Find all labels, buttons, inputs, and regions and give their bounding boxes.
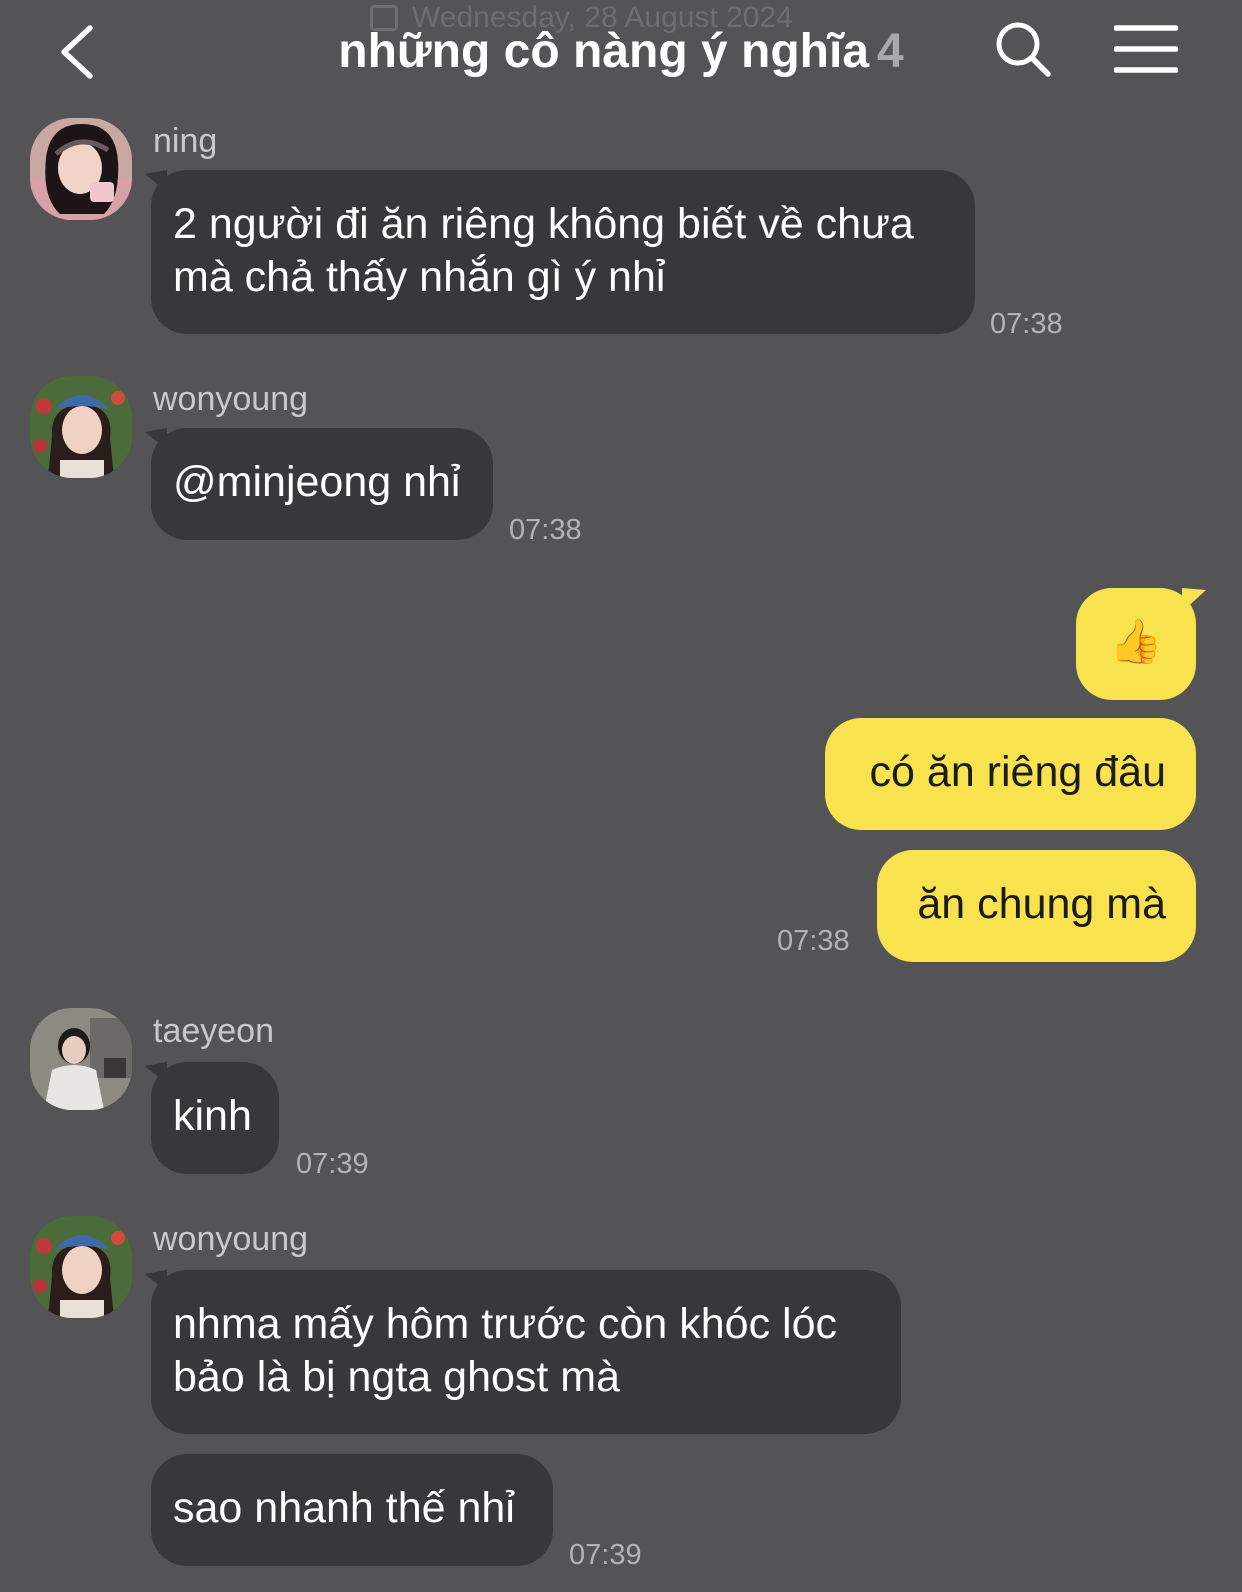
message-text: có ăn riêng đâu [869, 748, 1166, 796]
thumbs-up-icon: 👍 [1109, 617, 1163, 667]
message-bubble[interactable]: @minjeong nhỉ [151, 428, 493, 540]
avatar-ning[interactable] [30, 118, 132, 220]
sender-name: ning [153, 122, 218, 160]
message-time: 07:38 [777, 925, 850, 957]
message-bubble[interactable]: ăn chung mà [877, 850, 1196, 962]
date-divider: Wednesday, 28 August 2024 [370, 0, 870, 36]
message-text: sao nhanh thế nhỉ [173, 1484, 515, 1532]
member-count: 4 [877, 25, 904, 78]
avatar-photo [30, 376, 132, 478]
message-bubble-emoji[interactable]: 👍 [1076, 588, 1196, 700]
message-text: @minjeong nhỉ [173, 458, 461, 506]
chevron-left-icon [61, 25, 93, 79]
avatar-photo [30, 1008, 132, 1110]
message-time: 07:39 [569, 1539, 642, 1571]
calendar-icon [370, 5, 398, 31]
message-text: mà chả thấy nhắn gì ý nhỉ [173, 253, 666, 301]
search-icon [996, 22, 1051, 77]
back-button[interactable] [56, 22, 106, 82]
sender-name: wonyoung [153, 1220, 309, 1258]
chat-screen: Wednesday, 28 August 2024 những cô nàng … [0, 0, 1242, 1592]
message-bubble[interactable]: nhma mấy hôm trước còn khóc lóc bảo là b… [151, 1270, 901, 1434]
message-text: nhma mấy hôm trước còn khóc lóc [173, 1300, 838, 1348]
message-bubble[interactable]: sao nhanh thế nhỉ [151, 1454, 553, 1566]
sender-name: taeyeon [153, 1012, 274, 1050]
avatar-photo [30, 1216, 132, 1318]
message-time: 07:39 [296, 1148, 369, 1180]
message-time: 07:38 [509, 514, 582, 546]
message-bubble[interactable]: 2 người đi ăn riêng không biết về chưa m… [151, 170, 975, 334]
avatar-wonyoung[interactable] [30, 376, 132, 478]
hamburger-menu-icon [1113, 25, 1179, 73]
message-text: bảo là bị ngta ghost mà [173, 1353, 621, 1401]
avatar-taeyeon[interactable] [30, 1008, 132, 1110]
message-bubble[interactable]: kinh [151, 1062, 279, 1174]
sender-name: wonyoung [153, 380, 309, 418]
avatar-photo [30, 118, 132, 220]
date-divider-label: Wednesday, 28 August 2024 [412, 1, 793, 34]
message-text: kinh [173, 1092, 252, 1140]
search-button[interactable] [994, 20, 1054, 80]
message-bubble[interactable]: có ăn riêng đâu [825, 718, 1196, 830]
message-time: 07:38 [990, 308, 1063, 340]
avatar-wonyoung[interactable] [30, 1216, 132, 1318]
message-text: ăn chung mà [917, 880, 1166, 928]
menu-button[interactable] [1113, 24, 1179, 78]
message-text: 2 người đi ăn riêng không biết về chưa [173, 200, 914, 248]
